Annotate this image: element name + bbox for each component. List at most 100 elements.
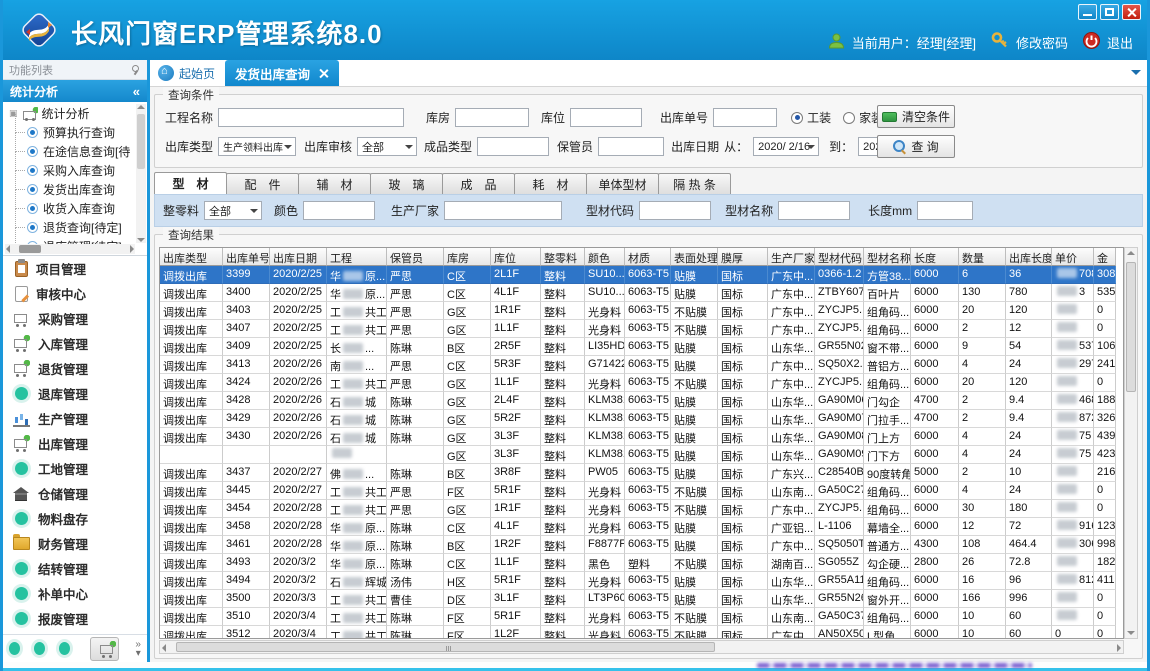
column-header-型材代码[interactable]: 型材代码	[815, 248, 864, 266]
sidebar-item-生产管理[interactable]: 生产管理	[3, 406, 147, 431]
manufacturer-input[interactable]	[444, 201, 562, 220]
pin-icon[interactable]	[130, 64, 141, 75]
sidebar-item-结转管理[interactable]: 结转管理	[3, 556, 147, 581]
module-dot-icon[interactable]	[9, 642, 20, 655]
length-mm-input[interactable]	[917, 201, 973, 220]
tree-horizontal-scrollbar[interactable]	[5, 244, 135, 254]
tree-root-statistics[interactable]: ▣ 统计分析	[5, 104, 135, 123]
table-row[interactable]: 调拨出库34452020/2/27工共工程严思F区5R1F整料光身料6063-T…	[160, 482, 1123, 500]
column-header-膜厚[interactable]: 膜厚	[718, 248, 768, 266]
profile-code-input[interactable]	[639, 201, 711, 220]
sidebar-item-仓储管理[interactable]: 仓储管理	[3, 481, 147, 506]
logout-link[interactable]: 退出	[1107, 33, 1133, 52]
search-button[interactable]: 查 询	[877, 135, 955, 158]
module-dot-icon[interactable]	[59, 642, 70, 655]
color-input[interactable]	[303, 201, 375, 220]
material-tab-玻璃[interactable]: 玻 璃	[370, 173, 443, 194]
column-header-出库单号[interactable]: 出库单号	[223, 248, 270, 266]
project-name-input[interactable]	[218, 108, 404, 127]
outbound-audit-select[interactable]: 全部	[357, 137, 417, 156]
table-row[interactable]: 调拨出库35002020/3/3工共工程曹佳D区3L1F整料LT3P606063…	[160, 590, 1123, 608]
material-tab-成品[interactable]: 成 品	[442, 173, 515, 194]
material-tab-配件[interactable]: 配 件	[226, 173, 299, 194]
table-row[interactable]: 调拨出库33992020/2/25华原...严思C区2L1F整料SU10...6…	[160, 266, 1123, 284]
horizontal-scrollbar[interactable]	[159, 640, 1124, 654]
location-input[interactable]	[570, 108, 642, 127]
more-modules-chevron[interactable]: »▾	[135, 640, 141, 658]
tab-shipment-outbound-query[interactable]: 发货出库查询	[225, 60, 339, 86]
column-header-长度[interactable]: 长度	[911, 248, 959, 266]
column-header-单价[interactable]: 单价	[1052, 248, 1094, 266]
tree-vertical-scrollbar[interactable]	[136, 104, 146, 243]
collapse-icon[interactable]: «	[133, 84, 140, 99]
table-row[interactable]: 调拨出库35122020/3/4工共工程陈琳F区1L2F整料光身料6063-T5…	[160, 626, 1123, 639]
sidebar-item-补单中心[interactable]: 补单中心	[3, 581, 147, 606]
column-header-整零料[interactable]: 整零料	[541, 248, 585, 266]
material-tab-辅材[interactable]: 辅 材	[298, 173, 371, 194]
sidebar-item-出库管理[interactable]: 出库管理	[3, 431, 147, 456]
profile-name-input[interactable]	[778, 201, 850, 220]
table-row[interactable]: G区3L3F整料KLM38176063-T5贴膜国标山东华...GA90M09.…	[160, 446, 1123, 464]
column-header-材质[interactable]: 材质	[625, 248, 671, 266]
table-row[interactable]: 调拨出库34282020/2/26石城陈琳G区2L4F整料KLM38176063…	[160, 392, 1123, 410]
column-header-金[interactable]: 金	[1094, 248, 1116, 266]
vertical-scrollbar[interactable]	[1124, 247, 1138, 639]
material-tab-型材[interactable]: 型 材	[154, 172, 227, 194]
tree-item-预算执行查询[interactable]: 预算执行查询	[5, 123, 135, 142]
table-row[interactable]: 调拨出库34542020/2/28工共工程严思G区1R1F整料光身料6063-T…	[160, 500, 1123, 518]
material-tab-隔热条[interactable]: 隔 热 条	[658, 173, 731, 194]
sidebar-item-项目管理[interactable]: 项目管理	[3, 256, 147, 281]
table-row[interactable]: 调拨出库34032020/2/25工共工程严思G区1R1F整料光身料6063-T…	[160, 302, 1123, 320]
sidebar-item-退库管理[interactable]: 退库管理	[3, 381, 147, 406]
keeper-input[interactable]	[598, 137, 664, 156]
table-row[interactable]: 调拨出库34242020/2/26工共工程严思G区1L1F整料光身料6063-T…	[160, 374, 1123, 392]
table-row[interactable]: 调拨出库34942020/3/2石辉城汤伟H区5R1F整料光身料6063-T5贴…	[160, 572, 1123, 590]
sidebar-item-入库管理[interactable]: 入库管理	[3, 331, 147, 356]
tab-home[interactable]: 起始页	[150, 60, 225, 86]
column-header-生产厂家[interactable]: 生产厂家	[768, 248, 815, 266]
tab-list-dropdown-icon[interactable]	[1131, 70, 1141, 80]
tree-item-在途信息查询[待[interactable]: 在途信息查询[待	[5, 142, 135, 161]
outbound-type-select[interactable]: 生产领料出库	[218, 137, 296, 156]
tree-item-退库管理[待定][interactable]: 退库管理[待定]	[5, 237, 135, 244]
minimize-button[interactable]	[1078, 4, 1097, 20]
column-header-颜色[interactable]: 颜色	[585, 248, 625, 266]
close-tab-icon[interactable]	[318, 68, 329, 79]
tree-expander-icon[interactable]: ▣	[9, 108, 18, 119]
table-row[interactable]: 调拨出库34302020/2/26石城陈琳G区3L3F整料KLM38176063…	[160, 428, 1123, 446]
tree-item-收货入库查询[interactable]: 收货入库查询	[5, 199, 135, 218]
column-header-出库类型[interactable]: 出库类型	[160, 248, 223, 266]
column-header-工程[interactable]: 工程	[327, 248, 387, 266]
close-button[interactable]	[1122, 4, 1141, 20]
column-header-出库日期[interactable]: 出库日期	[270, 248, 327, 266]
tree-item-发货出库查询[interactable]: 发货出库查询	[5, 180, 135, 199]
table-row[interactable]: 调拨出库34582020/2/28华原...陈琳C区4L1F整料光身料6063-…	[160, 518, 1123, 536]
table-row[interactable]: 调拨出库34132020/2/26南...严思C区5R3F整料G71422606…	[160, 356, 1123, 374]
column-header-保管员[interactable]: 保管员	[387, 248, 444, 266]
table-row[interactable]: 调拨出库34092020/2/25长...陈琳B区2R5F整料LI35HD606…	[160, 338, 1123, 356]
column-header-库位[interactable]: 库位	[491, 248, 541, 266]
sidebar-item-审核中心[interactable]: 审核中心	[3, 281, 147, 306]
cart-module-button[interactable]	[90, 637, 119, 661]
whole-piece-select[interactable]: 全部	[204, 201, 262, 220]
sidebar-item-工地管理[interactable]: 工地管理	[3, 456, 147, 481]
sidebar-item-采购管理[interactable]: 采购管理	[3, 306, 147, 331]
outbound-no-input[interactable]	[713, 108, 777, 127]
column-header-出库长度[interactable]: 出库长度	[1006, 248, 1052, 266]
table-row[interactable]: 调拨出库34612020/2/28华原...陈琳B区1R2F整料F8877FT6…	[160, 536, 1123, 554]
product-type-input[interactable]	[477, 137, 549, 156]
table-row[interactable]: 调拨出库35102020/3/4工共工程陈琳F区5R1F整料光身料6063-T5…	[160, 608, 1123, 626]
material-tab-耗材[interactable]: 耗 材	[514, 173, 587, 194]
column-header-表面处理[interactable]: 表面处理	[671, 248, 718, 266]
tree-item-退货查询[待定][interactable]: 退货查询[待定]	[5, 218, 135, 237]
maximize-button[interactable]	[1100, 4, 1119, 20]
material-tab-单体型材[interactable]: 单体型材	[586, 173, 659, 194]
change-password-link[interactable]: 修改密码	[1016, 33, 1068, 52]
warehouse-input[interactable]	[455, 108, 529, 127]
scrollbar-thumb[interactable]	[176, 642, 715, 652]
table-row[interactable]: 调拨出库34372020/2/27佛...陈琳B区3R8F整料PW056063-…	[160, 464, 1123, 482]
sidebar-item-退货管理[interactable]: 退货管理	[3, 356, 147, 381]
column-header-库房[interactable]: 库房	[444, 248, 491, 266]
table-row[interactable]: 调拨出库34292020/2/26石城陈琳G区5R2F整料KLM38176063…	[160, 410, 1123, 428]
sidebar-item-物料盘存[interactable]: 物料盘存	[3, 506, 147, 531]
